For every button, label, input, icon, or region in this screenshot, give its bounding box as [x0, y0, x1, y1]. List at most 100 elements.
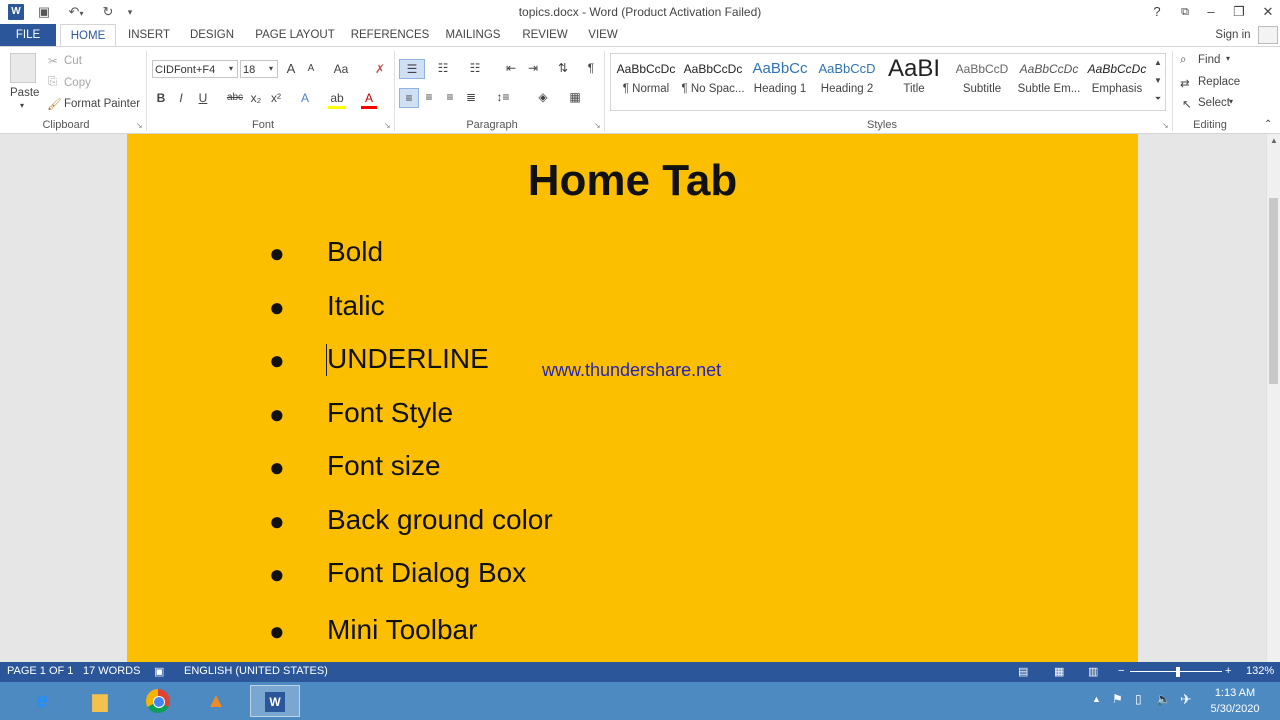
multilevel-list-icon[interactable]: ☷ — [462, 59, 488, 77]
select-dropdown-icon[interactable]: ▾ — [1229, 97, 1233, 106]
underline-button[interactable]: U — [196, 89, 210, 107]
airplane-mode-icon[interactable]: ✈ — [1180, 691, 1192, 708]
show-hidden-icons-icon[interactable]: ▲ — [1092, 694, 1101, 704]
sign-in-link[interactable]: Sign in — [1210, 24, 1256, 46]
highlight-color-icon[interactable]: ab — [328, 89, 346, 107]
grow-font-button[interactable]: A — [284, 60, 298, 78]
bullets-icon[interactable]: ☰ — [399, 59, 425, 79]
word-count[interactable]: 17 WORDS — [83, 665, 140, 677]
align-right-icon[interactable]: ≡ — [441, 88, 459, 106]
find-icon[interactable]: ⌕ — [1180, 54, 1186, 67]
close-button[interactable]: ✕ — [1256, 2, 1280, 22]
font-size-dropdown-icon[interactable]: ▾ — [266, 60, 276, 78]
internet-explorer-icon[interactable]: e — [20, 685, 64, 717]
language-indicator[interactable]: ENGLISH (UNITED STATES) — [184, 665, 328, 677]
superscript-button[interactable]: x² — [268, 89, 284, 107]
borders-icon[interactable]: ▦ — [562, 88, 588, 106]
format-painter-icon[interactable]: 🖌 — [47, 97, 62, 111]
style-subtitle[interactable]: AaBbCcD Subtitle — [949, 55, 1015, 107]
paste-button[interactable]: Paste — [10, 87, 39, 99]
shading-icon[interactable]: ◈ — [530, 88, 556, 106]
strikethrough-button[interactable]: abc — [224, 89, 246, 107]
find-button[interactable]: Find — [1198, 54, 1220, 66]
justify-icon[interactable]: ≣ — [462, 88, 480, 106]
select-button[interactable]: Select — [1198, 97, 1230, 109]
styles-launcher-icon[interactable]: ↘ — [1162, 121, 1169, 130]
word-taskbar-icon[interactable]: W — [250, 685, 300, 717]
restore-button[interactable]: ❐ — [1226, 2, 1252, 22]
clipboard-paste-icon[interactable] — [10, 53, 36, 83]
style-emphasis[interactable]: AaBbCcDc Emphasis — [1084, 55, 1150, 107]
clipboard-launcher-icon[interactable]: ↘ — [136, 121, 143, 130]
vlc-icon[interactable]: ▲ — [194, 685, 238, 717]
avatar[interactable] — [1258, 26, 1278, 44]
font-name-dropdown-icon[interactable]: ▾ — [226, 60, 236, 78]
paste-dropdown-icon[interactable]: ▾ — [20, 101, 24, 110]
clear-formatting-icon[interactable]: ✗ — [372, 60, 388, 78]
shrink-font-button[interactable]: A — [304, 60, 318, 78]
styles-scroll-down-icon[interactable]: ▼ — [1152, 72, 1164, 90]
vertical-scrollbar[interactable]: ▲ — [1266, 134, 1280, 662]
page-count[interactable]: PAGE 1 OF 1 — [7, 665, 73, 677]
style-subtle-emphasis[interactable]: AaBbCcDc Subtle Em... — [1016, 55, 1082, 107]
read-mode-icon[interactable]: ▤ — [1018, 665, 1028, 678]
scroll-thumb[interactable] — [1269, 198, 1278, 384]
styles-scroll-up-icon[interactable]: ▲ — [1152, 54, 1164, 72]
find-dropdown-icon[interactable]: ▾ — [1226, 54, 1230, 63]
style-normal[interactable]: AaBbCcDc ¶ Normal — [613, 55, 679, 107]
tab-mailings[interactable]: MAILINGS — [442, 24, 504, 46]
italic-button[interactable]: I — [174, 89, 188, 107]
document-page[interactable]: Home Tab ● Bold ● Italic ● UNDERLINE ● F… — [127, 134, 1138, 662]
tab-review[interactable]: REVIEW — [516, 24, 574, 46]
clock-date[interactable]: 5/30/2020 — [1206, 703, 1264, 715]
ribbon-display-options-icon[interactable]: ⧉ — [1172, 2, 1198, 22]
increase-indent-icon[interactable]: ⇥ — [524, 59, 542, 77]
zoom-in-icon[interactable]: + — [1225, 665, 1231, 677]
clock-time[interactable]: 1:13 AM — [1206, 687, 1264, 699]
bold-button[interactable]: B — [154, 89, 168, 107]
tab-insert[interactable]: INSERT — [122, 24, 176, 46]
numbering-icon[interactable]: ☷ — [432, 59, 454, 77]
subscript-button[interactable]: x₂ — [248, 89, 264, 107]
minimize-button[interactable]: – — [1198, 2, 1224, 22]
web-layout-icon[interactable]: ▥ — [1088, 665, 1098, 678]
tab-design[interactable]: DESIGN — [184, 24, 240, 46]
proofing-icon[interactable]: ▣ — [154, 665, 164, 678]
align-left-icon[interactable]: ≡ — [399, 88, 419, 108]
tab-page-layout[interactable]: PAGE LAYOUT — [252, 24, 338, 46]
replace-icon[interactable]: ⇄ — [1180, 76, 1190, 90]
file-explorer-icon[interactable]: ▆ — [78, 685, 122, 717]
volume-icon[interactable]: 🔈 — [1156, 692, 1171, 706]
change-case-button[interactable]: Aa — [330, 60, 352, 78]
font-dialog-launcher-icon[interactable]: ↘ — [384, 121, 391, 130]
decrease-indent-icon[interactable]: ⇤ — [502, 59, 520, 77]
collapse-ribbon-icon[interactable]: ⌃ — [1264, 119, 1272, 130]
zoom-level[interactable]: 132% — [1246, 665, 1274, 677]
line-spacing-icon[interactable]: ↕≡ — [490, 88, 516, 106]
copy-button[interactable]: Copy — [64, 77, 91, 89]
tab-home[interactable]: HOME — [60, 24, 116, 46]
copy-icon[interactable]: ⎘ — [48, 76, 57, 89]
text-effects-button[interactable]: A — [298, 89, 312, 107]
style-title[interactable]: AaBI Title — [881, 55, 947, 107]
styles-more-icon[interactable]: ⏷ — [1152, 90, 1164, 108]
align-center-icon[interactable]: ≡ — [420, 88, 438, 106]
style-heading-2[interactable]: AaBbCcD Heading 2 — [814, 55, 880, 107]
chrome-icon[interactable] — [136, 685, 180, 717]
tab-view[interactable]: VIEW — [584, 24, 622, 46]
tab-file[interactable]: FILE — [0, 24, 56, 46]
cut-icon[interactable]: ✂ — [48, 54, 58, 68]
show-formatting-marks-icon[interactable]: ¶ — [582, 59, 600, 77]
document-area[interactable]: Home Tab ● Bold ● Italic ● UNDERLINE ● F… — [0, 134, 1266, 662]
zoom-out-icon[interactable]: − — [1118, 665, 1124, 677]
sort-icon[interactable]: ⇅ — [554, 59, 572, 77]
help-button[interactable]: ? — [1144, 2, 1170, 22]
select-icon[interactable]: ↖ — [1182, 97, 1192, 111]
style-no-spacing[interactable]: AaBbCcDc ¶ No Spac... — [680, 55, 746, 107]
replace-button[interactable]: Replace — [1198, 76, 1240, 88]
zoom-slider-handle[interactable] — [1176, 667, 1180, 677]
format-painter-button[interactable]: Format Painter — [64, 98, 140, 110]
tab-references[interactable]: REFERENCES — [350, 24, 430, 46]
battery-icon[interactable]: ▯ — [1135, 692, 1142, 706]
cut-button[interactable]: Cut — [64, 55, 82, 67]
